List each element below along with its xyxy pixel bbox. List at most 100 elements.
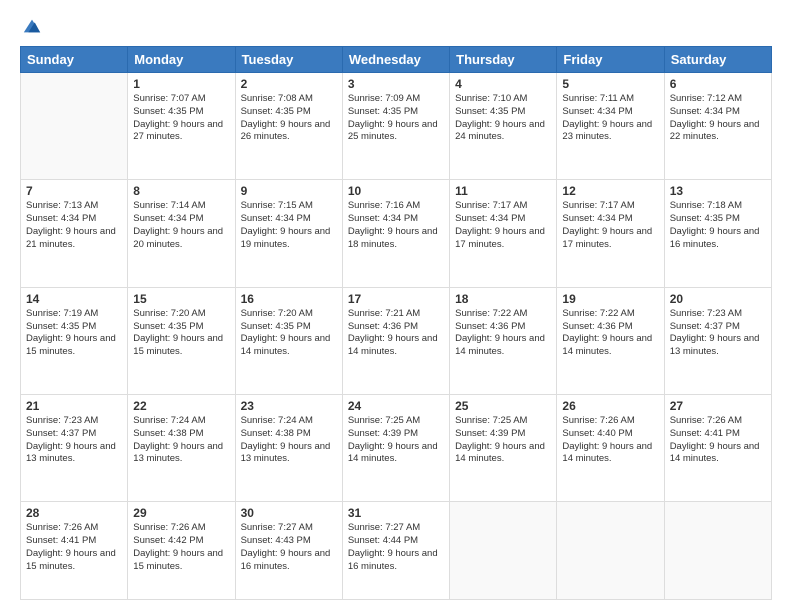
col-header-thursday: Thursday <box>450 47 557 73</box>
day-cell: 4 Sunrise: 7:10 AMSunset: 4:35 PMDayligh… <box>450 73 557 180</box>
day-cell: 13 Sunrise: 7:18 AMSunset: 4:35 PMDaylig… <box>664 180 771 287</box>
day-info: Sunrise: 7:26 AMSunset: 4:42 PMDaylight:… <box>133 522 229 573</box>
day-number: 6 <box>670 77 766 91</box>
day-number: 3 <box>348 77 444 91</box>
day-number: 23 <box>241 399 337 413</box>
logo-icon <box>22 16 42 36</box>
day-cell: 23 Sunrise: 7:24 AMSunset: 4:38 PMDaylig… <box>235 395 342 502</box>
day-info: Sunrise: 7:09 AMSunset: 4:35 PMDaylight:… <box>348 93 444 144</box>
day-cell: 20 Sunrise: 7:23 AMSunset: 4:37 PMDaylig… <box>664 287 771 394</box>
day-number: 17 <box>348 292 444 306</box>
day-info: Sunrise: 7:16 AMSunset: 4:34 PMDaylight:… <box>348 200 444 251</box>
day-info: Sunrise: 7:15 AMSunset: 4:34 PMDaylight:… <box>241 200 337 251</box>
day-info: Sunrise: 7:26 AMSunset: 4:41 PMDaylight:… <box>26 522 122 573</box>
day-number: 15 <box>133 292 229 306</box>
day-number: 13 <box>670 184 766 198</box>
day-cell: 19 Sunrise: 7:22 AMSunset: 4:36 PMDaylig… <box>557 287 664 394</box>
col-header-sunday: Sunday <box>21 47 128 73</box>
col-header-friday: Friday <box>557 47 664 73</box>
day-info: Sunrise: 7:27 AMSunset: 4:44 PMDaylight:… <box>348 522 444 573</box>
day-number: 30 <box>241 506 337 520</box>
day-number: 14 <box>26 292 122 306</box>
day-number: 24 <box>348 399 444 413</box>
day-info: Sunrise: 7:20 AMSunset: 4:35 PMDaylight:… <box>133 308 229 359</box>
day-cell: 12 Sunrise: 7:17 AMSunset: 4:34 PMDaylig… <box>557 180 664 287</box>
day-cell: 30 Sunrise: 7:27 AMSunset: 4:43 PMDaylig… <box>235 502 342 600</box>
day-info: Sunrise: 7:25 AMSunset: 4:39 PMDaylight:… <box>455 415 551 466</box>
day-number: 31 <box>348 506 444 520</box>
day-cell <box>21 73 128 180</box>
day-cell: 10 Sunrise: 7:16 AMSunset: 4:34 PMDaylig… <box>342 180 449 287</box>
day-number: 2 <box>241 77 337 91</box>
day-cell: 16 Sunrise: 7:20 AMSunset: 4:35 PMDaylig… <box>235 287 342 394</box>
day-cell: 1 Sunrise: 7:07 AMSunset: 4:35 PMDayligh… <box>128 73 235 180</box>
day-info: Sunrise: 7:10 AMSunset: 4:35 PMDaylight:… <box>455 93 551 144</box>
col-header-monday: Monday <box>128 47 235 73</box>
day-number: 9 <box>241 184 337 198</box>
day-cell: 14 Sunrise: 7:19 AMSunset: 4:35 PMDaylig… <box>21 287 128 394</box>
day-info: Sunrise: 7:22 AMSunset: 4:36 PMDaylight:… <box>562 308 658 359</box>
day-number: 21 <box>26 399 122 413</box>
day-cell: 24 Sunrise: 7:25 AMSunset: 4:39 PMDaylig… <box>342 395 449 502</box>
day-number: 20 <box>670 292 766 306</box>
day-info: Sunrise: 7:25 AMSunset: 4:39 PMDaylight:… <box>348 415 444 466</box>
day-info: Sunrise: 7:08 AMSunset: 4:35 PMDaylight:… <box>241 93 337 144</box>
week-row-4: 21 Sunrise: 7:23 AMSunset: 4:37 PMDaylig… <box>21 395 772 502</box>
day-number: 7 <box>26 184 122 198</box>
day-number: 28 <box>26 506 122 520</box>
day-cell: 25 Sunrise: 7:25 AMSunset: 4:39 PMDaylig… <box>450 395 557 502</box>
day-info: Sunrise: 7:26 AMSunset: 4:40 PMDaylight:… <box>562 415 658 466</box>
logo <box>20 16 44 36</box>
day-info: Sunrise: 7:23 AMSunset: 4:37 PMDaylight:… <box>26 415 122 466</box>
day-info: Sunrise: 7:07 AMSunset: 4:35 PMDaylight:… <box>133 93 229 144</box>
week-row-3: 14 Sunrise: 7:19 AMSunset: 4:35 PMDaylig… <box>21 287 772 394</box>
col-header-tuesday: Tuesday <box>235 47 342 73</box>
day-cell: 9 Sunrise: 7:15 AMSunset: 4:34 PMDayligh… <box>235 180 342 287</box>
calendar-table: SundayMondayTuesdayWednesdayThursdayFrid… <box>20 46 772 600</box>
day-number: 18 <box>455 292 551 306</box>
day-cell: 29 Sunrise: 7:26 AMSunset: 4:42 PMDaylig… <box>128 502 235 600</box>
day-number: 4 <box>455 77 551 91</box>
day-number: 11 <box>455 184 551 198</box>
day-number: 12 <box>562 184 658 198</box>
day-cell <box>450 502 557 600</box>
header <box>20 16 772 36</box>
day-info: Sunrise: 7:18 AMSunset: 4:35 PMDaylight:… <box>670 200 766 251</box>
day-info: Sunrise: 7:14 AMSunset: 4:34 PMDaylight:… <box>133 200 229 251</box>
week-row-1: 1 Sunrise: 7:07 AMSunset: 4:35 PMDayligh… <box>21 73 772 180</box>
day-cell: 27 Sunrise: 7:26 AMSunset: 4:41 PMDaylig… <box>664 395 771 502</box>
day-number: 25 <box>455 399 551 413</box>
day-cell: 5 Sunrise: 7:11 AMSunset: 4:34 PMDayligh… <box>557 73 664 180</box>
week-row-2: 7 Sunrise: 7:13 AMSunset: 4:34 PMDayligh… <box>21 180 772 287</box>
day-cell: 2 Sunrise: 7:08 AMSunset: 4:35 PMDayligh… <box>235 73 342 180</box>
day-info: Sunrise: 7:27 AMSunset: 4:43 PMDaylight:… <box>241 522 337 573</box>
day-number: 27 <box>670 399 766 413</box>
day-cell: 8 Sunrise: 7:14 AMSunset: 4:34 PMDayligh… <box>128 180 235 287</box>
day-info: Sunrise: 7:21 AMSunset: 4:36 PMDaylight:… <box>348 308 444 359</box>
day-info: Sunrise: 7:26 AMSunset: 4:41 PMDaylight:… <box>670 415 766 466</box>
day-cell: 31 Sunrise: 7:27 AMSunset: 4:44 PMDaylig… <box>342 502 449 600</box>
day-info: Sunrise: 7:11 AMSunset: 4:34 PMDaylight:… <box>562 93 658 144</box>
day-info: Sunrise: 7:20 AMSunset: 4:35 PMDaylight:… <box>241 308 337 359</box>
day-cell: 28 Sunrise: 7:26 AMSunset: 4:41 PMDaylig… <box>21 502 128 600</box>
day-cell: 17 Sunrise: 7:21 AMSunset: 4:36 PMDaylig… <box>342 287 449 394</box>
day-cell: 26 Sunrise: 7:26 AMSunset: 4:40 PMDaylig… <box>557 395 664 502</box>
day-number: 16 <box>241 292 337 306</box>
page: SundayMondayTuesdayWednesdayThursdayFrid… <box>0 0 792 612</box>
day-number: 1 <box>133 77 229 91</box>
day-info: Sunrise: 7:19 AMSunset: 4:35 PMDaylight:… <box>26 308 122 359</box>
col-header-wednesday: Wednesday <box>342 47 449 73</box>
day-info: Sunrise: 7:24 AMSunset: 4:38 PMDaylight:… <box>241 415 337 466</box>
day-cell: 7 Sunrise: 7:13 AMSunset: 4:34 PMDayligh… <box>21 180 128 287</box>
day-number: 19 <box>562 292 658 306</box>
day-cell: 11 Sunrise: 7:17 AMSunset: 4:34 PMDaylig… <box>450 180 557 287</box>
day-cell: 21 Sunrise: 7:23 AMSunset: 4:37 PMDaylig… <box>21 395 128 502</box>
day-cell: 22 Sunrise: 7:24 AMSunset: 4:38 PMDaylig… <box>128 395 235 502</box>
day-cell: 15 Sunrise: 7:20 AMSunset: 4:35 PMDaylig… <box>128 287 235 394</box>
day-number: 10 <box>348 184 444 198</box>
calendar-header-row: SundayMondayTuesdayWednesdayThursdayFrid… <box>21 47 772 73</box>
day-info: Sunrise: 7:23 AMSunset: 4:37 PMDaylight:… <box>670 308 766 359</box>
col-header-saturday: Saturday <box>664 47 771 73</box>
day-info: Sunrise: 7:13 AMSunset: 4:34 PMDaylight:… <box>26 200 122 251</box>
day-info: Sunrise: 7:22 AMSunset: 4:36 PMDaylight:… <box>455 308 551 359</box>
